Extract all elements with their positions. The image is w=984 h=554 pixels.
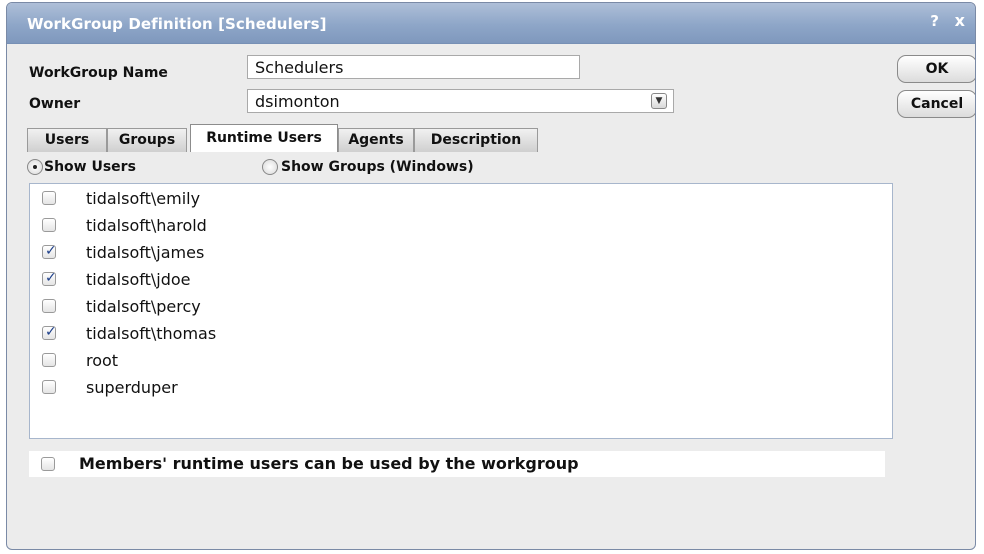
radio-unselected-icon [262, 159, 278, 175]
radio-selected-icon [27, 159, 43, 175]
checkmark-icon: ✓ [45, 243, 57, 259]
list-item[interactable]: ✓ tidalsoft\james [30, 241, 630, 263]
dialog-title: WorkGroup Definition [Schedulers] [27, 15, 327, 33]
members-runtime-label: Members' runtime users can be used by th… [79, 454, 579, 473]
list-item[interactable]: ✓ tidalsoft\emily [30, 187, 630, 209]
user-label: tidalsoft\jdoe [86, 270, 191, 289]
show-users-label: Show Users [44, 159, 136, 175]
runtime-users-list[interactable]: ✓ tidalsoft\emily ✓ tidalsoft\harold ✓ t… [29, 183, 893, 439]
list-item[interactable]: ✓ tidalsoft\percy [30, 295, 630, 317]
title-bar[interactable]: WorkGroup Definition [Schedulers] ? x [7, 3, 975, 44]
user-checkbox[interactable]: ✓ [42, 270, 57, 286]
user-checkbox[interactable]: ✓ [42, 353, 56, 367]
user-checkbox[interactable]: ✓ [42, 191, 56, 205]
list-item[interactable]: ✓ tidalsoft\jdoe [30, 268, 630, 290]
user-checkbox[interactable]: ✓ [42, 218, 56, 232]
user-label: tidalsoft\james [86, 243, 205, 262]
list-item[interactable]: ✓ tidalsoft\thomas [30, 322, 630, 344]
workgroup-dialog: WorkGroup Definition [Schedulers] ? x Wo… [6, 2, 976, 550]
list-item[interactable]: ✓ superduper [30, 376, 630, 398]
workgroup-name-input[interactable]: Schedulers [247, 55, 580, 79]
chevron-down-icon[interactable]: ▼ [651, 93, 667, 109]
ok-button[interactable]: OK [897, 55, 975, 83]
tab-runtime-users[interactable]: Runtime Users [190, 124, 338, 152]
user-label: tidalsoft\thomas [86, 324, 217, 343]
owner-value: dsimonton [255, 92, 340, 111]
owner-label: Owner [29, 96, 81, 112]
list-item[interactable]: ✓ tidalsoft\harold [30, 214, 630, 236]
user-label: tidalsoft\percy [86, 297, 201, 316]
workgroup-name-label: WorkGroup Name [29, 65, 168, 81]
close-icon[interactable]: x [955, 11, 965, 30]
tab-groups[interactable]: Groups [107, 128, 187, 152]
checkmark-icon: ✓ [45, 270, 57, 286]
user-checkbox[interactable]: ✓ [42, 380, 56, 394]
user-label: tidalsoft\emily [86, 189, 201, 208]
cancel-button[interactable]: Cancel [897, 90, 975, 118]
show-groups-label: Show Groups (Windows) [281, 159, 474, 175]
members-runtime-checkbox[interactable]: ✓ [41, 457, 55, 471]
help-icon[interactable]: ? [930, 12, 939, 30]
owner-select[interactable]: dsimonton ▼ [247, 89, 674, 113]
user-label: superduper [86, 378, 178, 397]
tab-description[interactable]: Description [414, 128, 538, 152]
user-checkbox[interactable]: ✓ [42, 243, 57, 259]
tab-agents[interactable]: Agents [338, 128, 414, 152]
checkmark-icon: ✓ [45, 324, 57, 340]
list-item[interactable]: ✓ root [30, 349, 630, 371]
user-checkbox[interactable]: ✓ [42, 324, 57, 340]
user-label: tidalsoft\harold [86, 216, 207, 235]
members-runtime-option[interactable]: ✓ Members' runtime users can be used by … [29, 451, 885, 477]
user-label: root [86, 351, 119, 370]
user-checkbox[interactable]: ✓ [42, 299, 56, 313]
tab-users[interactable]: Users [27, 128, 107, 152]
